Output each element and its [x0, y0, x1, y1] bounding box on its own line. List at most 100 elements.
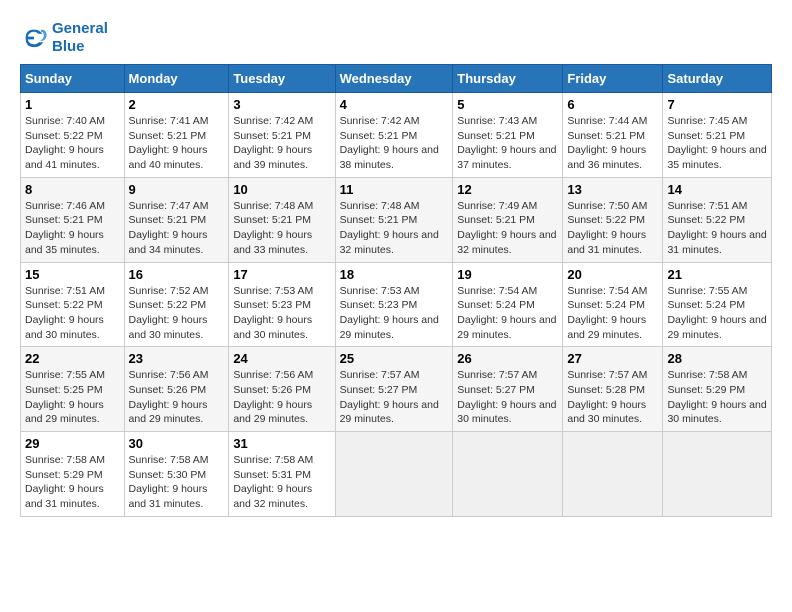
week-row-2: 8 Sunrise: 7:46 AMSunset: 5:21 PMDayligh…	[21, 177, 772, 262]
day-number: 13	[567, 182, 658, 197]
calendar-cell: 17 Sunrise: 7:53 AMSunset: 5:23 PMDaylig…	[229, 262, 335, 347]
column-header-thursday: Thursday	[453, 65, 563, 93]
calendar-cell: 21 Sunrise: 7:55 AMSunset: 5:24 PMDaylig…	[663, 262, 772, 347]
day-info: Sunrise: 7:54 AMSunset: 5:24 PMDaylight:…	[457, 284, 558, 343]
calendar-cell: 6 Sunrise: 7:44 AMSunset: 5:21 PMDayligh…	[563, 93, 663, 178]
column-header-friday: Friday	[563, 65, 663, 93]
day-info: Sunrise: 7:45 AMSunset: 5:21 PMDaylight:…	[667, 114, 767, 173]
day-number: 1	[25, 97, 120, 112]
calendar-cell: 18 Sunrise: 7:53 AMSunset: 5:23 PMDaylig…	[335, 262, 453, 347]
column-header-tuesday: Tuesday	[229, 65, 335, 93]
day-info: Sunrise: 7:48 AMSunset: 5:21 PMDaylight:…	[233, 199, 330, 258]
logo-line1: General	[52, 20, 108, 38]
day-info: Sunrise: 7:58 AMSunset: 5:29 PMDaylight:…	[25, 453, 120, 512]
calendar-cell: 27 Sunrise: 7:57 AMSunset: 5:28 PMDaylig…	[563, 347, 663, 432]
day-number: 25	[340, 351, 449, 366]
day-info: Sunrise: 7:51 AMSunset: 5:22 PMDaylight:…	[667, 199, 767, 258]
calendar-cell: 28 Sunrise: 7:58 AMSunset: 5:29 PMDaylig…	[663, 347, 772, 432]
calendar-cell	[563, 432, 663, 517]
calendar-cell: 20 Sunrise: 7:54 AMSunset: 5:24 PMDaylig…	[563, 262, 663, 347]
day-number: 6	[567, 97, 658, 112]
week-row-5: 29 Sunrise: 7:58 AMSunset: 5:29 PMDaylig…	[21, 432, 772, 517]
logo: GeneralBlue	[20, 20, 108, 56]
day-number: 2	[129, 97, 225, 112]
calendar-cell: 15 Sunrise: 7:51 AMSunset: 5:22 PMDaylig…	[21, 262, 125, 347]
day-info: Sunrise: 7:57 AMSunset: 5:28 PMDaylight:…	[567, 368, 658, 427]
calendar-cell: 3 Sunrise: 7:42 AMSunset: 5:21 PMDayligh…	[229, 93, 335, 178]
calendar-cell: 4 Sunrise: 7:42 AMSunset: 5:21 PMDayligh…	[335, 93, 453, 178]
calendar-cell: 24 Sunrise: 7:56 AMSunset: 5:26 PMDaylig…	[229, 347, 335, 432]
day-info: Sunrise: 7:57 AMSunset: 5:27 PMDaylight:…	[340, 368, 449, 427]
day-number: 12	[457, 182, 558, 197]
day-number: 8	[25, 182, 120, 197]
day-info: Sunrise: 7:48 AMSunset: 5:21 PMDaylight:…	[340, 199, 449, 258]
day-number: 7	[667, 97, 767, 112]
day-info: Sunrise: 7:55 AMSunset: 5:24 PMDaylight:…	[667, 284, 767, 343]
day-number: 22	[25, 351, 120, 366]
calendar-cell: 22 Sunrise: 7:55 AMSunset: 5:25 PMDaylig…	[21, 347, 125, 432]
calendar-cell	[335, 432, 453, 517]
week-row-4: 22 Sunrise: 7:55 AMSunset: 5:25 PMDaylig…	[21, 347, 772, 432]
calendar-cell: 30 Sunrise: 7:58 AMSunset: 5:30 PMDaylig…	[124, 432, 229, 517]
calendar-cell: 10 Sunrise: 7:48 AMSunset: 5:21 PMDaylig…	[229, 177, 335, 262]
day-info: Sunrise: 7:43 AMSunset: 5:21 PMDaylight:…	[457, 114, 558, 173]
day-info: Sunrise: 7:49 AMSunset: 5:21 PMDaylight:…	[457, 199, 558, 258]
day-number: 19	[457, 267, 558, 282]
calendar-cell	[663, 432, 772, 517]
page-header: GeneralBlue	[20, 20, 772, 56]
column-header-sunday: Sunday	[21, 65, 125, 93]
day-info: Sunrise: 7:56 AMSunset: 5:26 PMDaylight:…	[233, 368, 330, 427]
day-info: Sunrise: 7:44 AMSunset: 5:21 PMDaylight:…	[567, 114, 658, 173]
logo-line2: Blue	[52, 38, 108, 56]
day-number: 23	[129, 351, 225, 366]
day-number: 16	[129, 267, 225, 282]
logo-icon	[20, 24, 48, 52]
day-number: 26	[457, 351, 558, 366]
calendar-cell: 16 Sunrise: 7:52 AMSunset: 5:22 PMDaylig…	[124, 262, 229, 347]
day-info: Sunrise: 7:42 AMSunset: 5:21 PMDaylight:…	[340, 114, 449, 173]
day-number: 9	[129, 182, 225, 197]
calendar-cell: 5 Sunrise: 7:43 AMSunset: 5:21 PMDayligh…	[453, 93, 563, 178]
day-info: Sunrise: 7:58 AMSunset: 5:29 PMDaylight:…	[667, 368, 767, 427]
day-number: 29	[25, 436, 120, 451]
day-info: Sunrise: 7:58 AMSunset: 5:31 PMDaylight:…	[233, 453, 330, 512]
calendar-cell: 29 Sunrise: 7:58 AMSunset: 5:29 PMDaylig…	[21, 432, 125, 517]
day-number: 30	[129, 436, 225, 451]
day-number: 17	[233, 267, 330, 282]
day-number: 27	[567, 351, 658, 366]
calendar-cell: 26 Sunrise: 7:57 AMSunset: 5:27 PMDaylig…	[453, 347, 563, 432]
calendar-cell: 7 Sunrise: 7:45 AMSunset: 5:21 PMDayligh…	[663, 93, 772, 178]
day-info: Sunrise: 7:55 AMSunset: 5:25 PMDaylight:…	[25, 368, 120, 427]
column-header-monday: Monday	[124, 65, 229, 93]
day-number: 21	[667, 267, 767, 282]
column-header-saturday: Saturday	[663, 65, 772, 93]
day-number: 31	[233, 436, 330, 451]
calendar-cell	[453, 432, 563, 517]
day-number: 4	[340, 97, 449, 112]
day-info: Sunrise: 7:51 AMSunset: 5:22 PMDaylight:…	[25, 284, 120, 343]
calendar-table: SundayMondayTuesdayWednesdayThursdayFrid…	[20, 64, 772, 517]
day-number: 20	[567, 267, 658, 282]
day-info: Sunrise: 7:53 AMSunset: 5:23 PMDaylight:…	[233, 284, 330, 343]
day-info: Sunrise: 7:47 AMSunset: 5:21 PMDaylight:…	[129, 199, 225, 258]
calendar-cell: 13 Sunrise: 7:50 AMSunset: 5:22 PMDaylig…	[563, 177, 663, 262]
day-info: Sunrise: 7:42 AMSunset: 5:21 PMDaylight:…	[233, 114, 330, 173]
day-info: Sunrise: 7:58 AMSunset: 5:30 PMDaylight:…	[129, 453, 225, 512]
day-number: 10	[233, 182, 330, 197]
day-number: 28	[667, 351, 767, 366]
day-number: 11	[340, 182, 449, 197]
day-info: Sunrise: 7:40 AMSunset: 5:22 PMDaylight:…	[25, 114, 120, 173]
day-info: Sunrise: 7:50 AMSunset: 5:22 PMDaylight:…	[567, 199, 658, 258]
day-number: 3	[233, 97, 330, 112]
week-row-1: 1 Sunrise: 7:40 AMSunset: 5:22 PMDayligh…	[21, 93, 772, 178]
day-info: Sunrise: 7:41 AMSunset: 5:21 PMDaylight:…	[129, 114, 225, 173]
calendar-cell: 25 Sunrise: 7:57 AMSunset: 5:27 PMDaylig…	[335, 347, 453, 432]
logo-text: GeneralBlue	[52, 20, 108, 56]
week-row-3: 15 Sunrise: 7:51 AMSunset: 5:22 PMDaylig…	[21, 262, 772, 347]
day-number: 24	[233, 351, 330, 366]
day-info: Sunrise: 7:56 AMSunset: 5:26 PMDaylight:…	[129, 368, 225, 427]
day-number: 14	[667, 182, 767, 197]
calendar-cell: 23 Sunrise: 7:56 AMSunset: 5:26 PMDaylig…	[124, 347, 229, 432]
day-info: Sunrise: 7:54 AMSunset: 5:24 PMDaylight:…	[567, 284, 658, 343]
calendar-cell: 11 Sunrise: 7:48 AMSunset: 5:21 PMDaylig…	[335, 177, 453, 262]
